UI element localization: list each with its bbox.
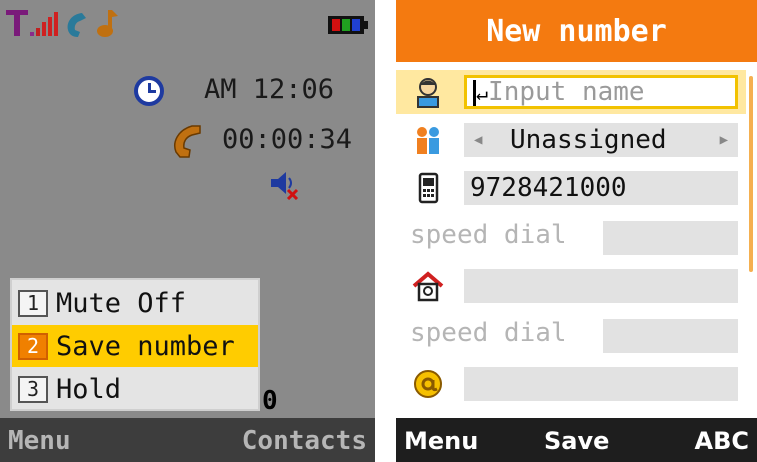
new-contact-screen: New number ↵Input name ◀ Unassigned ▶ 97… xyxy=(396,0,757,462)
menu-label: Hold xyxy=(56,373,122,405)
menu-label: Mute Off xyxy=(56,287,187,319)
email-field[interactable] xyxy=(464,367,738,401)
enter-arrow-icon: ↵ xyxy=(476,81,489,105)
phone-row: 9728421000 xyxy=(396,166,746,210)
email-at-icon xyxy=(414,370,442,398)
call-options-menu: 1 Mute Off 2 Save number 3 Hold xyxy=(10,278,260,411)
page-title: New number xyxy=(486,14,667,49)
home-row xyxy=(396,264,746,308)
speed-dial-row-2: speed dial xyxy=(396,314,746,358)
name-row: ↵Input name xyxy=(396,70,746,114)
arrow-right-icon[interactable]: ▶ xyxy=(720,123,728,157)
status-bar xyxy=(0,0,375,44)
phone-number-field[interactable]: 9728421000 xyxy=(464,171,738,205)
speed-dial-label: speed dial xyxy=(410,318,567,348)
screen-header: New number xyxy=(396,0,757,62)
menu-softkey[interactable]: Menu xyxy=(404,427,478,455)
phone-number-value: 9728421000 xyxy=(470,173,627,203)
menu-item-save-number[interactable]: 2 Save number xyxy=(12,325,258,367)
menu-number: 3 xyxy=(18,375,48,403)
email-row xyxy=(396,362,746,406)
music-note-icon xyxy=(97,10,118,37)
battery-icon xyxy=(328,16,368,34)
clock-time: AM 12:06 xyxy=(204,74,335,105)
person-icon xyxy=(417,78,439,108)
contacts-softkey[interactable]: Contacts xyxy=(242,426,367,456)
phone-call-icon xyxy=(67,13,86,37)
antenna-icon xyxy=(6,10,28,36)
menu-softkey[interactable]: Menu xyxy=(8,426,71,456)
dialed-digit: 0 xyxy=(262,386,278,416)
input-mode-softkey[interactable]: ABC xyxy=(695,427,749,455)
name-input[interactable]: ↵Input name xyxy=(464,75,738,109)
call-screen: AM 12:06 00:00:34 1 Mute Off 2 Save numb… xyxy=(0,0,375,462)
call-duration: 00:00:34 xyxy=(222,124,353,155)
signal-bars-icon xyxy=(30,12,58,36)
scrollbar[interactable] xyxy=(749,76,753,272)
menu-item-hold[interactable]: 3 Hold xyxy=(12,368,258,410)
clock-icon xyxy=(134,76,164,106)
speed-dial-label: speed dial xyxy=(410,220,567,250)
speed-dial-field[interactable] xyxy=(603,319,738,353)
group-row: ◀ Unassigned ▶ xyxy=(396,118,746,162)
softkey-bar: Menu Contacts xyxy=(0,418,375,462)
handset-icon xyxy=(174,125,201,158)
name-placeholder: Input name xyxy=(488,77,645,107)
arrow-left-icon[interactable]: ◀ xyxy=(474,123,482,157)
menu-item-mute-off[interactable]: 1 Mute Off xyxy=(12,282,258,324)
speed-dial-row: speed dial xyxy=(396,216,746,260)
home-icon xyxy=(412,271,444,302)
group-selector[interactable]: ◀ Unassigned ▶ xyxy=(464,123,738,157)
save-softkey[interactable]: Save xyxy=(544,427,609,455)
menu-number: 1 xyxy=(18,289,48,317)
menu-label: Save number xyxy=(56,330,235,362)
group-value: Unassigned xyxy=(510,125,667,155)
speaker-muted-icon xyxy=(271,172,299,200)
group-icon xyxy=(417,127,439,154)
menu-number: 2 xyxy=(18,332,48,360)
softkey-bar: Menu Save ABC xyxy=(396,418,757,462)
home-number-field[interactable] xyxy=(464,269,738,303)
speed-dial-field[interactable] xyxy=(603,221,738,255)
mobile-phone-icon xyxy=(418,172,439,204)
